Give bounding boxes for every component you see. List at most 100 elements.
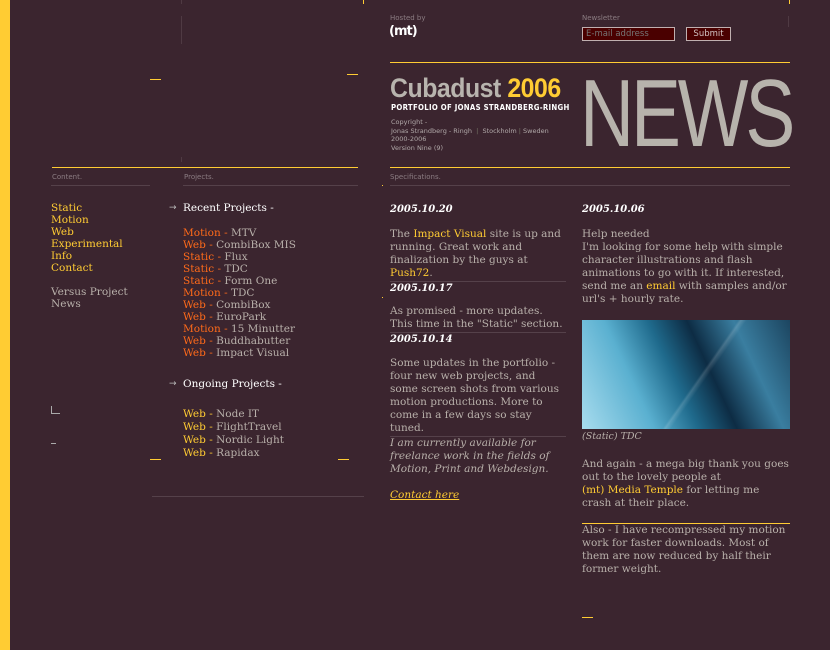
contact-link[interactable]: Contact here <box>390 489 459 501</box>
corner-mark <box>51 406 60 414</box>
separator: - <box>205 299 217 311</box>
nav-experimental[interactable]: Experimental <box>51 238 123 250</box>
media-temple-link[interactable]: (mt) Media Temple <box>582 484 683 496</box>
project-item[interactable]: Web - Impact Visual <box>183 347 296 359</box>
divider <box>51 185 150 186</box>
also-text: Also - I have recompressed my motion wor… <box>582 524 786 575</box>
impact-visual-link[interactable]: Impact Visual <box>413 228 486 240</box>
separator: - <box>220 323 231 335</box>
section-content-label: Content. <box>52 173 83 181</box>
dot <box>382 297 383 298</box>
separator: - <box>205 311 217 323</box>
tagline: PORTFOLIO OF JONAS STRANDBERG-RINGH <box>391 103 570 112</box>
text: . <box>429 267 433 279</box>
separator: - <box>220 287 231 299</box>
divider <box>183 185 358 186</box>
nav-static[interactable]: Static <box>51 202 123 214</box>
ongoing-projects-title: Ongoing Projects - <box>183 378 282 390</box>
nav-web[interactable]: Web <box>51 226 123 238</box>
copyright-line: 2000-2006 <box>391 135 427 143</box>
project-name: CombiBox <box>216 299 271 311</box>
project-item[interactable]: Web - FlightTravel <box>183 421 284 434</box>
help-needed-title: Help needed <box>582 228 650 240</box>
email-link[interactable]: email <box>646 280 675 292</box>
left-accent-bar <box>0 0 10 650</box>
project-category: Motion <box>183 323 221 335</box>
project-item[interactable]: Web - CombiBox MIS <box>183 239 296 251</box>
separator: - <box>205 447 217 459</box>
corner-tick <box>347 74 358 75</box>
site-logo[interactable]: Cubadust 2006 <box>390 73 561 103</box>
project-category: Static <box>183 251 215 263</box>
project-item[interactable]: Web - Buddhabutter <box>183 335 296 347</box>
project-item[interactable]: Web - Nordic Light <box>183 434 284 447</box>
project-name: TDC <box>224 263 248 275</box>
project-item[interactable]: Web - Node IT <box>183 408 284 421</box>
project-item[interactable]: Static - TDC <box>183 263 296 275</box>
project-category: Web <box>183 434 206 446</box>
nav-news[interactable]: News <box>51 298 128 310</box>
project-item[interactable]: Web - CombiBox <box>183 299 296 311</box>
project-category: Motion <box>183 227 221 239</box>
project-category: Web <box>183 347 206 359</box>
separator: - <box>205 239 217 251</box>
project-item[interactable]: Static - Flux <box>183 251 296 263</box>
news-date: 2005.10.17 <box>390 283 453 294</box>
copyright-author: Jonas Strandberg - Ringh <box>391 126 472 135</box>
project-category: Motion <box>183 287 221 299</box>
corner-tick <box>338 459 349 460</box>
copyright-city: Stockholm <box>482 126 517 135</box>
nav-versus-project[interactable]: Versus Project <box>51 286 128 298</box>
project-name: TDC <box>230 287 255 299</box>
secondary-nav: Versus Project News <box>51 286 128 310</box>
media-temple-logo[interactable]: (mt) <box>389 24 418 39</box>
thanks-text: And again - a mega big thank you goes ou… <box>582 458 789 483</box>
project-item[interactable]: Motion - MTV <box>183 227 296 239</box>
project-name: CombiBox MIS <box>216 239 296 251</box>
section-specifications-label: Specifications. <box>390 173 441 181</box>
project-category: Web <box>183 335 206 347</box>
section-rule <box>52 167 358 168</box>
copyright: Copyright - Jonas Strandberg - Ringh | S… <box>391 118 549 152</box>
corner-tick <box>582 617 593 618</box>
section-projects-label: Projects. <box>184 173 214 181</box>
project-category: Web <box>183 408 206 420</box>
project-item[interactable]: Web - Rapidax <box>183 447 284 460</box>
project-name: Impact Visual <box>216 347 290 359</box>
newsletter-label: Newsletter <box>582 14 620 22</box>
corner-tick <box>150 79 161 80</box>
email-input[interactable] <box>582 27 675 41</box>
page-title: NEWS <box>580 60 795 167</box>
project-category: Web <box>183 421 206 433</box>
copyright-line: Copyright - <box>391 118 428 126</box>
nav-info[interactable]: Info <box>51 250 123 262</box>
project-item[interactable]: Motion - TDC <box>183 287 296 299</box>
primary-nav: Static Motion Web Experimental Info Cont… <box>51 202 123 274</box>
nav-contact[interactable]: Contact <box>51 262 123 274</box>
tdc-project-image[interactable] <box>582 320 790 429</box>
project-item[interactable]: Motion - 15 Minutter <box>183 323 296 335</box>
project-name: MTV <box>230 227 257 239</box>
separator: - <box>205 347 217 359</box>
project-item[interactable]: Web - EuroPark <box>183 311 296 323</box>
news-text: Some updates in the portfolio - four new… <box>390 357 560 434</box>
submit-button[interactable]: Submit <box>686 27 731 41</box>
project-item[interactable]: Static - Form One <box>183 275 296 287</box>
copyright-country: Sweden <box>523 126 549 135</box>
dash-mark <box>51 443 56 444</box>
news-text: I'm looking for some help with simple ch… <box>582 241 790 306</box>
nav-motion[interactable]: Motion <box>51 214 123 226</box>
site-year: 2006 <box>507 73 561 103</box>
arrow-icon: → <box>169 203 177 213</box>
project-name: Nordic Light <box>216 434 284 446</box>
push72-link[interactable]: Push72 <box>390 267 429 279</box>
image-caption: (Static) TDC <box>582 431 642 442</box>
project-category: Web <box>183 299 206 311</box>
separator: - <box>220 227 231 239</box>
divider <box>789 0 790 4</box>
divider <box>363 0 364 4</box>
separator: - <box>205 408 217 420</box>
divider <box>390 332 566 333</box>
separator: - <box>214 275 225 287</box>
divider <box>152 496 364 497</box>
